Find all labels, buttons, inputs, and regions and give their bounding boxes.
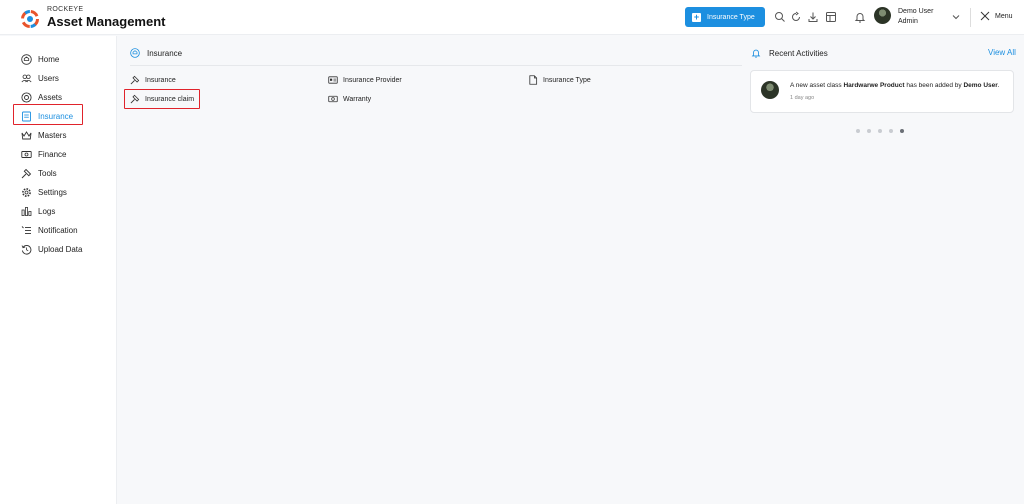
money-icon: [21, 150, 32, 158]
recent-activities-header: Recent Activities: [751, 48, 828, 58]
menu-button[interactable]: Menu: [980, 11, 1013, 21]
assets-icon: [21, 91, 32, 103]
plus-icon: +: [692, 11, 701, 22]
activity-suffix: .: [997, 82, 1000, 89]
close-icon: [980, 11, 990, 21]
link-insurance[interactable]: Insurance: [130, 75, 176, 85]
header-divider: [970, 8, 971, 27]
sidebar-item-label: Tools: [38, 168, 57, 178]
search-icon[interactable]: [774, 11, 786, 23]
user-role: Admin: [898, 18, 918, 25]
activity-card[interactable]: A new asset class Hardwarwe Product has …: [750, 70, 1014, 113]
calendar-icon[interactable]: [825, 11, 837, 23]
sidebar-item-masters[interactable]: Masters: [21, 128, 66, 142]
link-insurance-provider[interactable]: Insurance Provider: [328, 75, 402, 85]
link-label: Insurance Type: [543, 76, 591, 84]
sidebar-item-label: Home: [38, 54, 60, 64]
user-avatar[interactable]: [874, 7, 891, 24]
hammer-icon: [21, 168, 32, 178]
breadcrumb-label: Insurance: [147, 48, 183, 58]
add-insurance-type-button[interactable]: + Insurance Type: [685, 7, 765, 27]
money-icon: [328, 95, 338, 103]
history-icon: [21, 244, 32, 254]
sidebar-item-label: Assets: [38, 92, 63, 102]
sidebar-item-label: Settings: [38, 187, 67, 197]
download-icon[interactable]: [807, 11, 819, 23]
breadcrumb[interactable]: Insurance: [130, 48, 182, 58]
divider: [130, 65, 742, 66]
sidebar-item-notification[interactable]: Notification: [21, 223, 78, 237]
activity-time: 1 day ago: [790, 95, 815, 101]
home-icon: [21, 53, 32, 65]
sidebar-item-label: Upload Data: [38, 244, 83, 254]
user-name: Demo User: [898, 8, 934, 15]
menu-label: Menu: [995, 12, 1013, 20]
activity-prefix: A new asset class: [790, 82, 844, 89]
sidebar-item-label: Logs: [38, 206, 56, 216]
sidebar-item-tools[interactable]: Tools: [21, 166, 57, 180]
users-icon: [21, 74, 32, 82]
refresh-icon[interactable]: [790, 11, 802, 23]
sidebar: Home Users Assets Insurance Masters Fina…: [0, 36, 117, 504]
add-button-label: Insurance Type: [707, 13, 755, 21]
link-warranty[interactable]: Warranty: [328, 94, 371, 104]
chart-icon: [21, 206, 32, 216]
view-all-link[interactable]: View All: [988, 48, 1016, 57]
activity-middle: has been added by: [904, 82, 964, 89]
sidebar-item-logs[interactable]: Logs: [21, 204, 55, 218]
home-icon: [130, 48, 140, 58]
sidebar-item-settings[interactable]: Settings: [21, 185, 67, 199]
app-title: Asset Management: [47, 14, 166, 29]
list-icon: [21, 225, 31, 234]
highlight-box-insurance: [13, 104, 83, 125]
activity-actor: Demo User: [963, 82, 998, 89]
sidebar-item-label: Masters: [38, 130, 67, 140]
carousel-pagination: [856, 129, 904, 133]
link-label: Insurance: [145, 76, 176, 84]
activity-entity: Hardwarwe Product: [843, 82, 905, 89]
carousel-dot[interactable]: [867, 129, 871, 133]
carousel-dot[interactable]: [900, 129, 904, 133]
hammer-icon: [130, 75, 140, 85]
recent-activities-title: Recent Activities: [769, 48, 828, 58]
user-info[interactable]: Demo User Admin: [898, 7, 933, 27]
sidebar-item-upload-data[interactable]: Upload Data: [21, 242, 82, 256]
highlight-box-insurance-claim: [124, 89, 200, 109]
rockeye-logo-icon: [21, 10, 39, 28]
sidebar-item-label: Finance: [38, 149, 67, 159]
carousel-dot[interactable]: [878, 129, 882, 133]
bell-icon[interactable]: [854, 11, 866, 23]
crown-icon: [21, 130, 32, 139]
recent-activities-panel: Recent Activities View All A new asset c…: [748, 36, 1024, 504]
link-insurance-type[interactable]: Insurance Type: [528, 75, 591, 85]
brand[interactable]: ROCKEYE Asset Management: [47, 5, 165, 29]
link-label: Warranty: [343, 95, 372, 103]
link-label: Insurance Provider: [343, 76, 402, 84]
sidebar-item-label: Users: [38, 73, 59, 83]
avatar: [761, 81, 779, 99]
card-icon: [328, 76, 338, 84]
sidebar-item-users[interactable]: Users: [21, 71, 59, 85]
sidebar-item-finance[interactable]: Finance: [21, 147, 66, 161]
document-icon: [529, 75, 538, 85]
bell-icon: [751, 49, 761, 58]
activity-message: A new asset class Hardwarwe Product has …: [790, 82, 1000, 89]
sidebar-item-home[interactable]: Home: [21, 52, 59, 66]
sidebar-item-label: Notification: [38, 225, 78, 235]
brand-small: ROCKEYE: [47, 6, 84, 13]
top-bar: ROCKEYE Asset Management + Insurance Typ…: [0, 0, 1024, 35]
chevron-down-icon[interactable]: [950, 11, 962, 23]
carousel-dot[interactable]: [889, 129, 893, 133]
carousel-dot[interactable]: [856, 129, 860, 133]
sidebar-item-assets[interactable]: Assets: [21, 90, 62, 104]
main-content: Insurance Insurance Insurance Provider I…: [118, 36, 742, 504]
gear-icon: [22, 187, 31, 197]
